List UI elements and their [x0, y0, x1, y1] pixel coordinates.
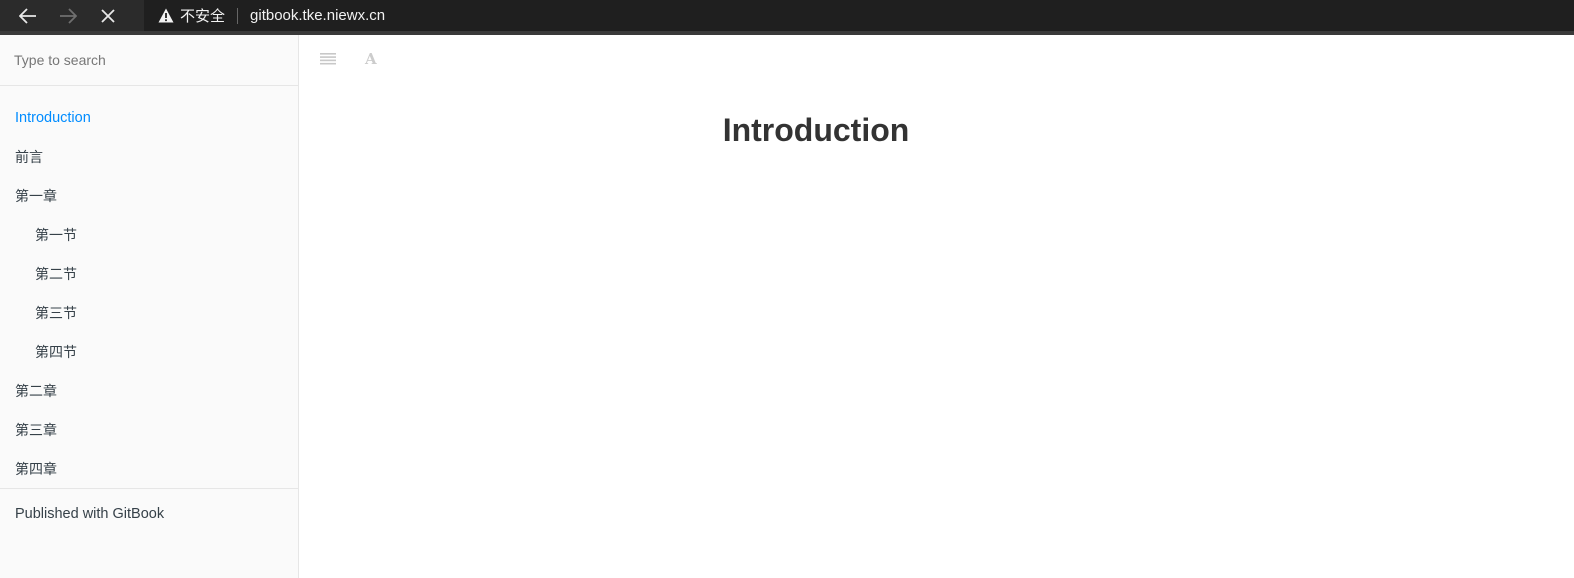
search-box — [0, 35, 298, 86]
address-separator — [237, 7, 239, 24]
toc-item-chapter-1[interactable]: 第一章 — [0, 176, 298, 215]
table-of-contents: Introduction 前言 第一章 第一节 第二节 第三节 第四节 第二章 … — [0, 86, 298, 488]
toc-item-chapter-2[interactable]: 第二章 — [0, 371, 298, 410]
close-icon — [101, 8, 115, 23]
search-input[interactable] — [14, 52, 284, 68]
back-button[interactable] — [8, 0, 48, 31]
toc-item-section-4[interactable]: 第四节 — [0, 332, 298, 371]
arrow-left-icon — [19, 7, 36, 24]
stop-button[interactable] — [88, 0, 128, 31]
page-content: Introduction — [299, 0, 1574, 578]
book-summary-sidebar: Introduction 前言 第一章 第一节 第二节 第三节 第四节 第二章 … — [0, 35, 299, 578]
toc-item-preface[interactable]: 前言 — [0, 137, 298, 176]
toc-item-introduction[interactable]: Introduction — [0, 98, 298, 137]
forward-button[interactable] — [48, 0, 88, 31]
toc-item-section-2[interactable]: 第二节 — [0, 254, 298, 293]
toc-item-section-1[interactable]: 第一节 — [0, 215, 298, 254]
security-status-label[interactable]: 不安全 — [180, 5, 225, 26]
toc-item-section-3[interactable]: 第三节 — [0, 293, 298, 332]
warning-triangle-icon[interactable] — [158, 8, 174, 24]
toc-item-chapter-4[interactable]: 第四章 — [0, 449, 298, 488]
published-with-gitbook-link[interactable]: Published with GitBook — [15, 506, 164, 522]
page-title: Introduction — [722, 112, 910, 148]
arrow-right-icon — [60, 7, 77, 24]
sidebar-divider — [0, 488, 298, 489]
toc-item-chapter-3[interactable]: 第三章 — [0, 410, 298, 449]
